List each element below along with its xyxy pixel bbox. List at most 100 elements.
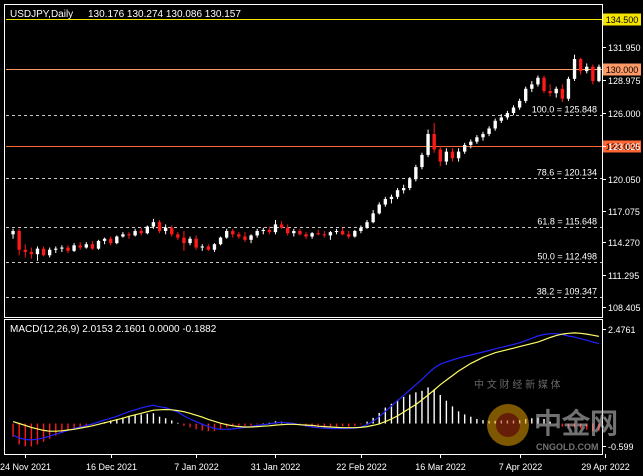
candle-body-7 [54,248,58,250]
candle-body-35 [224,231,229,238]
watermark-slogan: 中 文 财 经 新 媒 体 [474,378,561,391]
candle-body-41 [261,229,265,232]
candle-body-88 [548,90,552,94]
main-panel-frame [4,4,603,318]
candle-body-6 [47,249,52,256]
price-axis: 134.500130.000123.000131.950128.975126.0… [602,13,641,313]
candle-body-94 [585,66,589,72]
time-tick-label-3: 31 Jan 2022 [251,462,301,472]
candle-body-66 [414,167,418,180]
time-tick-label-2: 7 Jan 2022 [174,462,219,472]
candle-body-25 [163,227,168,232]
candle-body-60 [377,204,381,214]
candle-body-91 [566,78,571,99]
price-tick-label-7: 111.295 [608,271,639,281]
candle-body-14 [96,240,101,249]
candle-body-2 [23,249,27,252]
fib-label-2: 61.8 = 115.648 [537,217,597,227]
candle-body-77 [481,133,485,138]
candle-body-54 [340,231,345,235]
candle-body-63 [395,190,400,197]
level-tag-label-0: 134.500 [606,15,639,25]
candle-body-33 [212,244,217,250]
price-tick-label-0: 131.950 [608,43,641,53]
candle-body-70 [438,149,442,162]
watermark-brand: 中金网 [534,407,618,439]
candle-body-47 [298,231,302,235]
candle-body-18 [121,234,125,237]
candle-body-65 [408,179,412,189]
fib-label-4: 38.2 = 109.347 [537,287,597,297]
candle-body-21 [139,231,143,234]
levels-layer: 100.0 = 125.848 78.6 = 120.134 61.8 = 115.… [6,19,602,298]
candle-body-5 [41,248,46,256]
candle-body-83 [517,100,522,108]
fib-label-1: 78.6 = 120.134 [537,168,597,178]
candle-body-43 [273,224,278,233]
candle-body-64 [401,188,406,191]
candle-body-34 [218,237,223,245]
candle-body-53 [334,231,339,233]
candle-body-95 [591,66,595,82]
candle-body-9 [66,247,70,251]
candle-body-78 [487,128,491,134]
cngold-watermark: 中金网 CNGOLD.COM 中 文 财 经 新 媒 体 [474,378,618,452]
time-tick-label-6: 7 Apr 2022 [499,462,543,472]
candle-body-4 [35,248,40,255]
candle-body-0 [11,231,15,235]
candle-body-74 [463,145,467,152]
candle-body-90 [560,88,565,99]
price-tick-label-1: 128.975 [608,76,641,86]
price-tick-label-5: 117.075 [608,207,640,217]
macd-label: MACD(12,26,9) 2.0153 2.1601 0.0000 -0.18… [10,324,217,335]
candle-body-68 [426,133,430,155]
candle-body-50 [316,233,320,235]
candle-body-1 [17,231,21,250]
main-price-panel: 100.0 = 125.848 78.6 = 120.134 61.8 = 115.… [4,4,603,318]
cngold-logo-inner-icon [496,413,520,437]
candle-body-13 [90,244,95,249]
fib-label-0: 100.0 = 125.848 [532,105,597,115]
candle-body-29 [188,238,192,244]
candle-body-76 [475,137,479,142]
candle-body-12 [84,244,88,248]
candle-body-82 [511,107,516,114]
time-axis: 24 Nov 2021 16 Dec 2021 7 Jan 2022 31 Jan 2… [0,454,630,472]
candle-body-3 [29,251,34,255]
time-tick-label-4: 22 Feb 2022 [336,462,387,472]
candle-body-28 [182,237,186,244]
candle-body-80 [499,117,503,121]
level-tag-label-1: 130.000 [606,65,639,75]
candle-body-24 [157,222,162,232]
candle-body-15 [102,238,107,241]
watermark-domain: CNGOLD.COM [536,442,599,452]
candle-body-45 [286,227,290,234]
time-tick-label-0: 24 Nov 2021 [0,462,51,472]
candle-body-20 [133,231,137,236]
candle-body-92 [572,59,577,79]
candle-body-56 [353,231,357,237]
candle-body-36 [231,231,235,235]
price-tick-label-8: 108.405 [608,303,641,313]
candle-body-39 [249,235,253,240]
price-chart: 100.0 = 125.848 78.6 = 120.134 61.8 = 115.… [0,4,641,472]
candle-body-44 [279,224,284,228]
candle-body-23 [151,222,156,227]
candle-body-19 [127,234,131,236]
candle-body-55 [347,234,351,237]
candle-body-59 [371,213,375,223]
candle-body-11 [78,245,82,248]
candle-body-37 [237,234,241,237]
candle-body-32 [206,246,211,250]
candle-body-86 [536,77,540,85]
candle-body-48 [304,234,308,237]
candle-body-8 [60,247,64,249]
candle-body-42 [267,229,272,233]
candle-body-84 [524,88,528,101]
price-tick-label-6: 114.270 [608,238,640,248]
time-tick-label-7: 29 Apr 2022 [581,462,630,472]
price-tick-label-2: 126.000 [608,109,641,119]
ohlc-label: 130.176 130.274 130.086 130.157 [88,9,241,20]
candle-body-40 [255,231,259,236]
candle-body-69 [432,133,436,150]
